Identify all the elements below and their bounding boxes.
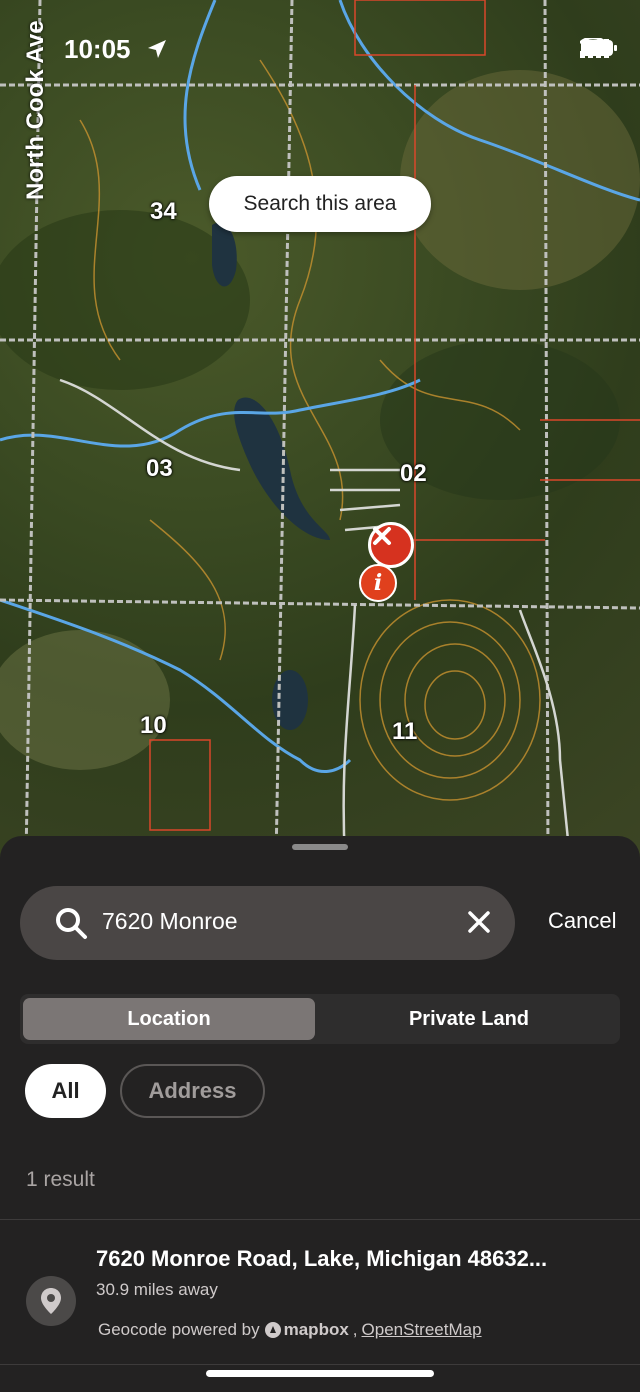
section-label: 10 (140, 712, 167, 739)
divider (0, 1219, 640, 1220)
section-label: 11 (392, 718, 418, 745)
search-icon (54, 906, 88, 945)
sheet-grabber[interactable] (292, 844, 348, 850)
location-pin-icon (26, 1276, 76, 1326)
filter-chip-address[interactable]: Address (120, 1064, 265, 1118)
section-label: 02 (400, 460, 427, 487)
section-label: 03 (146, 455, 173, 482)
section-label: 34 (150, 198, 177, 225)
mapbox-icon (264, 1322, 281, 1338)
road-label: North Cook Ave (22, 20, 49, 200)
result-count: 1 result (26, 1168, 95, 1191)
attribution-prefix: Geocode powered by (98, 1320, 260, 1339)
map-overlay (0, 0, 640, 860)
search-value[interactable]: 7620 Monroe (102, 908, 238, 935)
mapbox-logo: mapbox (264, 1320, 349, 1340)
openstreetmap-link[interactable]: OpenStreetMap (362, 1320, 482, 1340)
search-type-segmented-control: Location Private Land (20, 994, 620, 1044)
attribution-separator: , (352, 1320, 358, 1339)
search-sheet: 7620 Monroe Cancel Location Private Land… (0, 836, 640, 1392)
geocode-attribution: Geocode powered by mapbox , OpenStreetMa… (98, 1320, 482, 1340)
filter-chip-all[interactable]: All (25, 1064, 106, 1118)
info-marker-icon[interactable]: i (359, 564, 397, 602)
status-bar: 10:05 (64, 34, 617, 70)
home-indicator[interactable] (206, 1370, 434, 1377)
tab-private-land[interactable]: Private Land (320, 998, 618, 1040)
search-input[interactable]: 7620 Monroe (20, 886, 515, 960)
cancel-button[interactable]: Cancel (548, 908, 616, 934)
clock: 10:05 (64, 34, 131, 64)
result-distance: 30.9 miles away (96, 1280, 218, 1299)
mapbox-label: mapbox (283, 1320, 349, 1339)
clear-icon[interactable] (467, 910, 491, 939)
divider (0, 1364, 640, 1365)
search-this-area-button[interactable]: Search this area (209, 176, 431, 232)
map-view[interactable]: North Cook Ave 10:05 34 03 02 10 11 Sear… (0, 0, 640, 860)
tab-location[interactable]: Location (23, 998, 315, 1040)
close-marker-icon[interactable] (368, 522, 414, 568)
result-title[interactable]: 7620 Monroe Road, Lake, Michigan 48632..… (96, 1246, 547, 1272)
